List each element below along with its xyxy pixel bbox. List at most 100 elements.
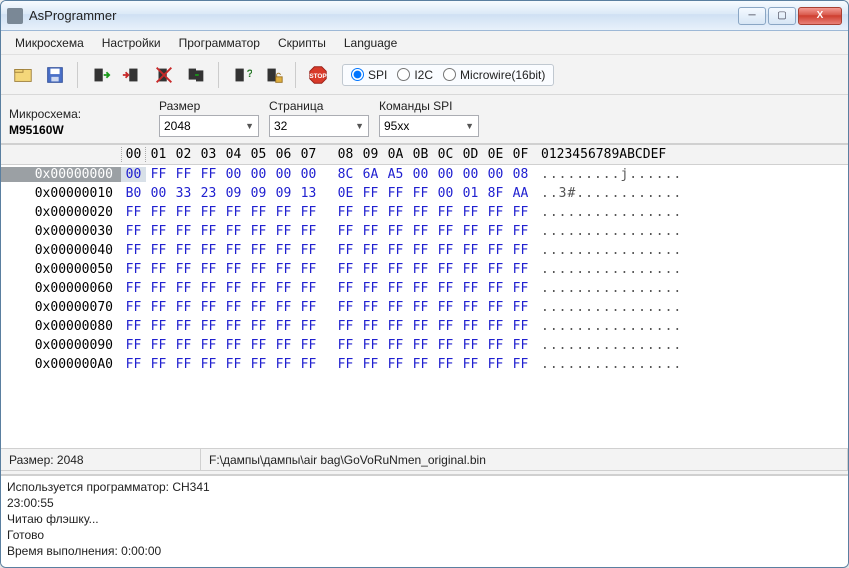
- hex-byte[interactable]: FF: [408, 224, 433, 239]
- hex-byte[interactable]: FF: [121, 224, 146, 239]
- hex-byte[interactable]: FF: [508, 281, 533, 296]
- hex-byte[interactable]: FF: [458, 262, 483, 277]
- hex-byte[interactable]: FF: [296, 281, 321, 296]
- hex-byte[interactable]: FF: [221, 281, 246, 296]
- hex-byte[interactable]: 00: [483, 167, 508, 182]
- hex-byte[interactable]: FF: [433, 243, 458, 258]
- hex-byte[interactable]: 13: [296, 186, 321, 201]
- hex-byte[interactable]: FF: [146, 319, 171, 334]
- hex-byte[interactable]: FF: [333, 338, 358, 353]
- size-combo[interactable]: 2048▼: [159, 115, 259, 137]
- hex-byte[interactable]: 00: [221, 167, 246, 182]
- hex-byte[interactable]: FF: [146, 262, 171, 277]
- hex-byte[interactable]: FF: [483, 357, 508, 372]
- hex-byte[interactable]: 08: [508, 167, 533, 182]
- hex-byte[interactable]: FF: [296, 300, 321, 315]
- hex-byte[interactable]: FF: [271, 357, 296, 372]
- hex-byte[interactable]: FF: [408, 319, 433, 334]
- hex-byte[interactable]: FF: [171, 357, 196, 372]
- menu-language[interactable]: Language: [336, 34, 405, 52]
- hex-byte[interactable]: FF: [458, 224, 483, 239]
- hex-byte[interactable]: FF: [246, 281, 271, 296]
- hex-byte[interactable]: FF: [121, 300, 146, 315]
- hex-byte[interactable]: 00: [433, 186, 458, 201]
- hex-row[interactable]: 0x00000060FFFFFFFFFFFFFFFFFFFFFFFFFFFFFF…: [1, 279, 848, 298]
- hex-byte[interactable]: 09: [221, 186, 246, 201]
- hex-byte[interactable]: FF: [171, 205, 196, 220]
- hex-byte[interactable]: 01: [458, 186, 483, 201]
- hex-byte[interactable]: FF: [221, 224, 246, 239]
- hex-byte[interactable]: FF: [483, 281, 508, 296]
- hex-byte[interactable]: FF: [433, 262, 458, 277]
- hex-byte[interactable]: FF: [171, 319, 196, 334]
- hex-byte[interactable]: FF: [296, 224, 321, 239]
- hex-byte[interactable]: FF: [458, 205, 483, 220]
- hex-byte[interactable]: FF: [433, 338, 458, 353]
- open-button[interactable]: [9, 61, 37, 89]
- close-button[interactable]: X: [798, 7, 842, 25]
- minimize-button[interactable]: ─: [738, 7, 766, 25]
- hex-byte[interactable]: FF: [483, 338, 508, 353]
- hex-byte[interactable]: AA: [508, 186, 533, 201]
- hex-byte[interactable]: FF: [196, 357, 221, 372]
- hex-byte[interactable]: FF: [271, 205, 296, 220]
- hex-byte[interactable]: FF: [146, 338, 171, 353]
- hex-byte[interactable]: FF: [246, 300, 271, 315]
- page-combo[interactable]: 32▼: [269, 115, 369, 137]
- menu-настройки[interactable]: Настройки: [94, 34, 169, 52]
- hex-byte[interactable]: FF: [146, 357, 171, 372]
- hex-byte[interactable]: FF: [458, 338, 483, 353]
- hex-byte[interactable]: FF: [271, 338, 296, 353]
- hex-byte[interactable]: FF: [221, 338, 246, 353]
- hex-byte[interactable]: FF: [433, 224, 458, 239]
- hex-byte[interactable]: FF: [333, 357, 358, 372]
- hex-byte[interactable]: 00: [271, 167, 296, 182]
- hex-byte[interactable]: FF: [358, 338, 383, 353]
- hex-byte[interactable]: 00: [121, 167, 146, 182]
- title-bar[interactable]: AsProgrammer ─ ▢ X: [1, 1, 848, 31]
- write-chip-button[interactable]: [118, 61, 146, 89]
- hex-byte[interactable]: FF: [458, 357, 483, 372]
- hex-byte[interactable]: FF: [221, 243, 246, 258]
- hex-byte[interactable]: FF: [333, 243, 358, 258]
- hex-byte[interactable]: FF: [121, 338, 146, 353]
- hex-byte[interactable]: FF: [458, 319, 483, 334]
- hex-byte[interactable]: FF: [146, 224, 171, 239]
- hex-byte[interactable]: FF: [333, 262, 358, 277]
- hex-byte[interactable]: FF: [408, 205, 433, 220]
- hex-byte[interactable]: FF: [383, 338, 408, 353]
- hex-byte[interactable]: FF: [408, 281, 433, 296]
- hex-body[interactable]: 0x0000000000FFFFFF000000008C6AA500000000…: [1, 165, 848, 448]
- hex-byte[interactable]: FF: [171, 243, 196, 258]
- verify-chip-button[interactable]: [182, 61, 210, 89]
- hex-byte[interactable]: FF: [358, 205, 383, 220]
- protocol-microwire(16bit)[interactable]: Microwire(16bit): [443, 68, 545, 82]
- hex-byte[interactable]: FF: [383, 205, 408, 220]
- hex-byte[interactable]: 00: [296, 167, 321, 182]
- hex-byte[interactable]: 00: [433, 167, 458, 182]
- hex-byte[interactable]: FF: [296, 338, 321, 353]
- hex-byte[interactable]: 8F: [483, 186, 508, 201]
- hex-byte[interactable]: FF: [383, 300, 408, 315]
- hex-byte[interactable]: FF: [433, 300, 458, 315]
- hex-byte[interactable]: FF: [246, 243, 271, 258]
- hex-byte[interactable]: FF: [508, 300, 533, 315]
- hex-byte[interactable]: 00: [458, 167, 483, 182]
- cmd-combo[interactable]: 95xx▼: [379, 115, 479, 137]
- hex-byte[interactable]: FF: [508, 338, 533, 353]
- hex-byte[interactable]: FF: [146, 243, 171, 258]
- hex-byte[interactable]: FF: [146, 300, 171, 315]
- protocol-spi[interactable]: SPI: [351, 68, 387, 82]
- hex-byte[interactable]: FF: [271, 281, 296, 296]
- hex-row[interactable]: 0x0000000000FFFFFF000000008C6AA500000000…: [1, 165, 848, 184]
- hex-byte[interactable]: FF: [171, 262, 196, 277]
- menu-микросхема[interactable]: Микросхема: [7, 34, 92, 52]
- read-chip-button[interactable]: [86, 61, 114, 89]
- hex-byte[interactable]: FF: [246, 224, 271, 239]
- hex-byte[interactable]: FF: [358, 186, 383, 201]
- hex-byte[interactable]: FF: [508, 357, 533, 372]
- hex-byte[interactable]: FF: [358, 300, 383, 315]
- hex-byte[interactable]: FF: [296, 357, 321, 372]
- hex-byte[interactable]: FF: [121, 205, 146, 220]
- hex-byte[interactable]: FF: [171, 281, 196, 296]
